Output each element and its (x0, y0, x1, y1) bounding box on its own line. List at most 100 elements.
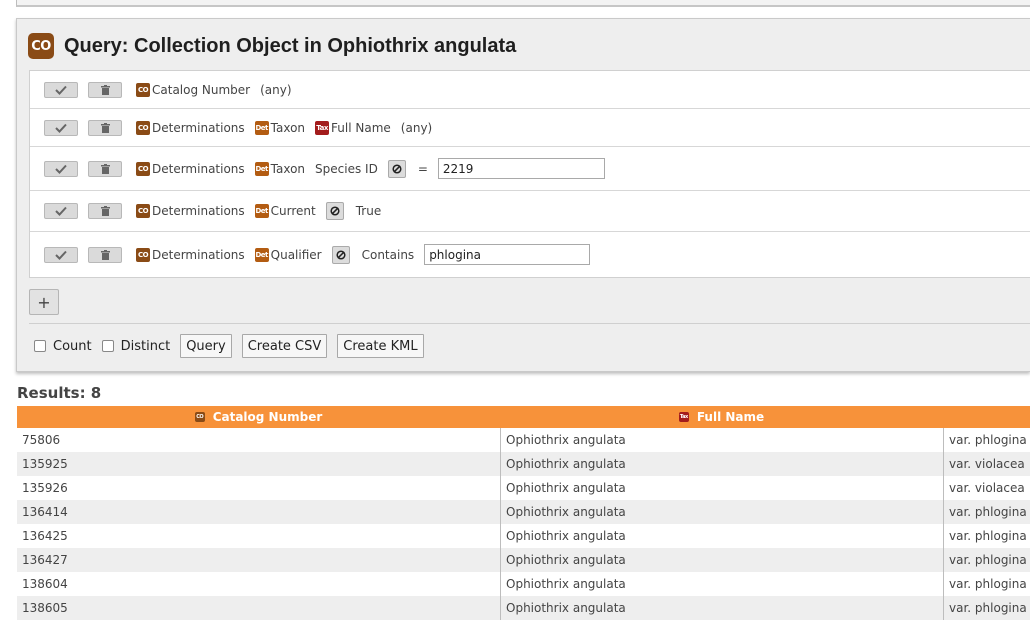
count-checkbox[interactable]: Count (34, 339, 92, 354)
remove-field-button[interactable] (88, 81, 122, 98)
operator-label[interactable]: = (418, 162, 428, 176)
collection-object-icon: CO (136, 120, 150, 135)
operator-label: (any) (260, 82, 292, 97)
trash-icon (100, 84, 110, 95)
trash-icon (100, 122, 110, 133)
catalog-number-cell: 136427 (22, 553, 68, 567)
show-field-button[interactable] (44, 246, 78, 263)
results-header: CO Catalog Number Tax Full Name (17, 406, 1030, 428)
remove-field-button[interactable] (88, 119, 122, 136)
divider (29, 323, 1030, 324)
query-field-row: CO Catalog Number (any) (30, 71, 1030, 109)
distinct-label: Distinct (120, 338, 171, 354)
path-part: CO Determinations (136, 120, 245, 135)
determination-icon: Det (254, 204, 269, 218)
column-header-label: Catalog Number (212, 410, 323, 424)
not-icon (336, 249, 346, 260)
catalog-number-cell: 138605 (22, 601, 68, 615)
path-part: CO Catalog Number (136, 82, 250, 97)
determination-icon: Det (254, 161, 269, 176)
negate-toggle-button[interactable] (331, 245, 350, 264)
catalog-number-cell: 75806 (22, 433, 61, 447)
qualifier-value-input[interactable] (424, 244, 591, 265)
distinct-checkbox[interactable]: Distinct (101, 338, 171, 354)
results-count: Results: 8 (17, 384, 102, 402)
catalog-number-cell: 136425 (22, 529, 68, 543)
table-row[interactable]: 138604 Ophiothrix angulata var. phlogina (17, 572, 1030, 596)
remove-field-button[interactable] (88, 246, 122, 263)
path-label: Determinations (152, 161, 245, 176)
catalog-number-cell: 138604 (22, 577, 68, 591)
not-icon (330, 206, 340, 216)
qualifier-cell: var. phlogina (943, 572, 1030, 596)
current-value[interactable]: True (356, 204, 382, 218)
checkmark-icon (55, 250, 67, 260)
results-body: 75806 Ophiothrix angulata var. phlogina 135… (17, 428, 1030, 620)
determination-icon: Det (254, 247, 269, 262)
catalog-number-cell: 135925 (22, 457, 68, 471)
checkmark-icon (55, 85, 67, 95)
show-field-button[interactable] (44, 81, 78, 98)
collection-object-icon: CO (136, 161, 150, 176)
plus-icon: + (37, 292, 51, 312)
trash-icon (100, 249, 110, 260)
qualifier-cell: var. phlogina (943, 500, 1030, 524)
negate-toggle-button[interactable] (387, 159, 406, 178)
table-row[interactable]: 136427 Ophiothrix angulata var. phlogina (17, 548, 1030, 572)
full-name-cell: Ophiothrix angulata (500, 572, 943, 596)
show-field-button[interactable] (44, 203, 78, 219)
checkbox-box[interactable] (34, 340, 46, 352)
page-title: Query: Collection Object in Ophiothrix a… (64, 34, 517, 57)
path-part: Det Taxon (254, 120, 305, 135)
create-csv-button[interactable]: Create CSV (241, 334, 328, 358)
table-row[interactable]: 136425 Ophiothrix angulata var. phlogina (17, 524, 1030, 548)
path-part: Det Qualifier (254, 247, 322, 262)
column-header-catalog-number[interactable]: CO Catalog Number (17, 406, 500, 428)
table-row[interactable]: 75806 Ophiothrix angulata var. phlogina (17, 428, 1030, 452)
full-name-cell: Ophiothrix angulata (500, 548, 943, 572)
path-label: Full Name (331, 120, 391, 135)
path-part: Species ID (315, 162, 378, 176)
collection-object-icon: CO (136, 82, 150, 97)
show-field-button[interactable] (44, 160, 78, 177)
remove-field-button[interactable] (88, 160, 122, 177)
create-kml-button[interactable]: Create KML (337, 334, 424, 358)
negate-toggle-button[interactable] (325, 202, 344, 220)
results-table: CO Catalog Number Tax Full Name 75806 Oph… (17, 406, 1030, 620)
catalog-number-cell: 136414 (22, 505, 68, 519)
table-row[interactable]: 138605 Ophiothrix angulata var. phlogina (17, 596, 1030, 620)
operator-label[interactable]: Contains (362, 248, 415, 262)
table-row[interactable]: 135926 Ophiothrix angulata var. violacea (17, 476, 1030, 500)
path-label: Qualifier (270, 247, 322, 262)
query-button[interactable]: Query (180, 334, 232, 358)
field-path: CO Catalog Number (any) (136, 82, 292, 97)
full-name-cell: Ophiothrix angulata (500, 596, 943, 620)
checkbox-box[interactable] (101, 340, 114, 352)
species-id-value-input[interactable] (437, 158, 605, 179)
determination-icon: Det (254, 120, 269, 135)
add-field-button[interactable]: + (29, 289, 59, 315)
operator-label: (any) (400, 120, 433, 135)
path-part: CO Determinations (136, 247, 245, 262)
query-field-row: CO Determinations Det Taxon Species ID = (30, 147, 1030, 191)
column-header-label: Full Name (696, 410, 765, 424)
checkmark-icon (55, 123, 67, 133)
show-field-button[interactable] (44, 119, 78, 136)
table-row[interactable]: 135925 Ophiothrix angulata var. violacea (17, 452, 1030, 476)
remove-field-button[interactable] (88, 203, 122, 219)
qualifier-cell: var. phlogina (943, 596, 1030, 620)
qualifier-cell: var. violacea (943, 452, 1030, 476)
table-row[interactable]: 136414 Ophiothrix angulata var. phlogina (17, 500, 1030, 524)
taxon-icon: Tax (678, 412, 689, 422)
collection-object-icon: CO (28, 33, 54, 59)
collection-object-icon: CO (136, 247, 150, 262)
field-path: CO Determinations Det Taxon Tax Full Nam… (136, 120, 433, 135)
column-header-full-name[interactable]: Tax Full Name (500, 406, 943, 428)
full-name-cell: Ophiothrix angulata (500, 452, 943, 476)
count-label: Count (53, 338, 92, 354)
query-options-row: Count Distinct Query Create CSV Create K… (34, 334, 434, 358)
column-header-qualifier[interactable] (943, 406, 1030, 428)
query-title-row: CO Query: Collection Object in Ophiothri… (28, 32, 516, 60)
path-part: CO Determinations (136, 161, 245, 176)
collection-object-icon: CO (194, 412, 205, 422)
